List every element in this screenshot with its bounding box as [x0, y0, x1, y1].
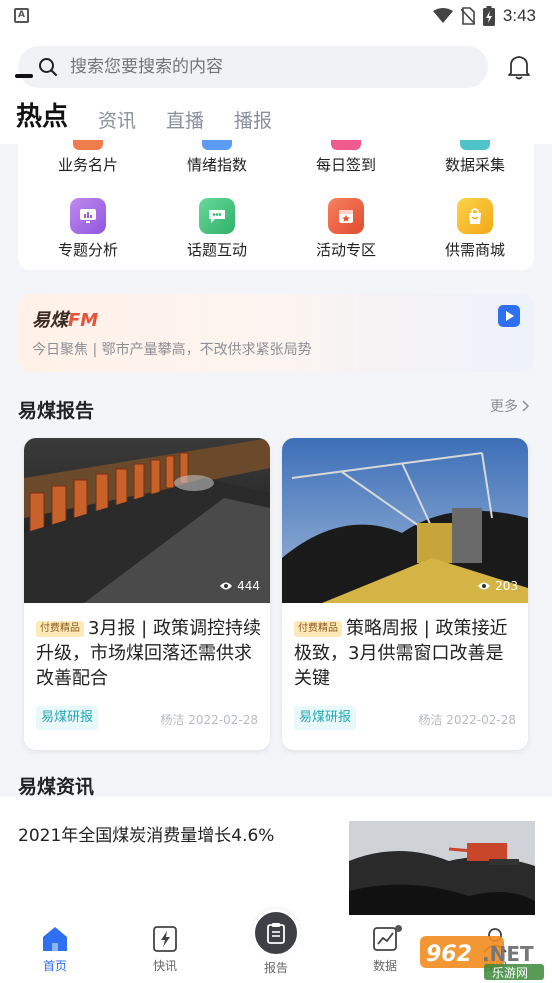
func-business-card[interactable]: 业务名片: [28, 140, 148, 175]
sentiment-index-icon: [202, 140, 232, 150]
mall-bag-icon: [457, 198, 493, 234]
func-data-collect[interactable]: 数据采集: [415, 140, 535, 175]
business-card-icon: [73, 140, 103, 150]
nav-data[interactable]: 数据: [355, 925, 415, 974]
func-daily-checkin[interactable]: 每日签到: [286, 140, 406, 175]
report-card[interactable]: 203 付费精品 策略周报 | 政策接近极致，3月供需窗口改善是关键 易煤研报 杨…: [282, 438, 528, 750]
status-bar: A 3:43: [0, 0, 552, 32]
nav-flash[interactable]: 快讯: [135, 925, 195, 974]
news-list: 2021年全国煤炭消费量增长4.6%: [0, 797, 552, 917]
paid-badge: 付费精品: [294, 621, 342, 637]
search-input[interactable]: [70, 46, 470, 88]
wifi-icon: [432, 8, 453, 23]
news-section-title: 易煤资讯: [18, 776, 95, 798]
news-item-title[interactable]: 2021年全国煤炭消费量增长4.6%: [18, 821, 274, 846]
report-card[interactable]: 444 付费精品 3月报 | 政策调控持续升级，市场煤回落还需供求改善配合 易煤研…: [24, 438, 270, 750]
svg-text:962: 962: [426, 942, 472, 967]
search-bar[interactable]: [18, 46, 488, 88]
paid-badge: 付费精品: [36, 621, 84, 637]
report-title: 付费精品 3月报 | 政策调控持续升级，市场煤回落还需供求改善配合: [36, 618, 261, 689]
function-grid: 业务名片 情绪指数 每日签到 数据采集 专题分析 话题互动 活动专区 供需商城: [18, 140, 534, 270]
data-collect-icon: [460, 140, 490, 150]
report-author-date: 杨洁 2022-02-28: [418, 713, 516, 727]
report-icon: [267, 923, 285, 944]
event-zone-icon: [328, 198, 364, 234]
fm-subtitle: 今日聚焦 | 鄂市产量攀高，不改供求紧张局势: [32, 342, 312, 358]
tab-indicator: [15, 74, 33, 78]
func-mall[interactable]: 供需商城: [415, 198, 535, 260]
svg-text:乐游网: 乐游网: [492, 966, 528, 980]
app-badge-icon: A: [14, 8, 29, 23]
news-thumbnail: [349, 821, 535, 915]
play-icon[interactable]: [498, 305, 520, 327]
view-count: 203: [477, 579, 518, 593]
bell-icon[interactable]: [507, 54, 531, 80]
fm-logo: 易煤FM: [32, 310, 99, 331]
status-icons: 3:43: [432, 5, 536, 27]
func-event-zone[interactable]: 活动专区: [286, 198, 406, 260]
checkin-icon: [331, 140, 361, 150]
topic-analysis-icon: [70, 198, 106, 234]
search-icon: [39, 58, 58, 77]
chevron-right-icon: [522, 400, 530, 412]
nav-report[interactable]: 报告: [252, 909, 300, 976]
eye-icon: [220, 582, 233, 590]
svg-text:.NET: .NET: [482, 942, 534, 966]
clock-time: 3:43: [502, 6, 536, 25]
tab-hot[interactable]: 热点: [16, 96, 68, 133]
report-tag: 易煤研报: [294, 706, 357, 730]
header: 热点 资讯 直播 播报: [0, 32, 552, 144]
more-link[interactable]: 更多: [490, 396, 530, 416]
no-sim-icon: [460, 7, 475, 25]
reports-section-title: 易煤报告: [18, 400, 95, 422]
tab-news[interactable]: 资讯: [98, 106, 136, 133]
home-icon: [43, 927, 67, 951]
func-topic-chat[interactable]: 话题互动: [157, 198, 277, 260]
top-tabs: 热点 资讯 直播 播报: [16, 96, 272, 133]
topic-chat-icon: [199, 198, 235, 234]
eye-icon: [478, 582, 491, 590]
func-topic-analysis[interactable]: 专题分析: [28, 198, 148, 260]
report-author-date: 杨洁 2022-02-28: [160, 713, 258, 727]
notification-dot: [395, 925, 402, 932]
nav-home[interactable]: 首页: [25, 925, 85, 974]
tab-broadcast[interactable]: 播报: [234, 106, 272, 133]
fm-banner[interactable]: 易煤FM 今日聚焦 | 鄂市产量攀高，不改供求紧张局势: [18, 294, 534, 372]
func-sentiment-index[interactable]: 情绪指数: [157, 140, 277, 175]
view-count: 444: [219, 579, 260, 593]
report-tag: 易煤研报: [36, 706, 99, 730]
watermark-logo: 962 .NET 乐游网: [420, 936, 544, 980]
tab-live[interactable]: 直播: [166, 106, 204, 133]
report-title: 付费精品 策略周报 | 政策接近极致，3月供需窗口改善是关键: [294, 618, 508, 689]
battery-charging-icon: [482, 6, 495, 26]
flash-icon: [153, 926, 177, 952]
